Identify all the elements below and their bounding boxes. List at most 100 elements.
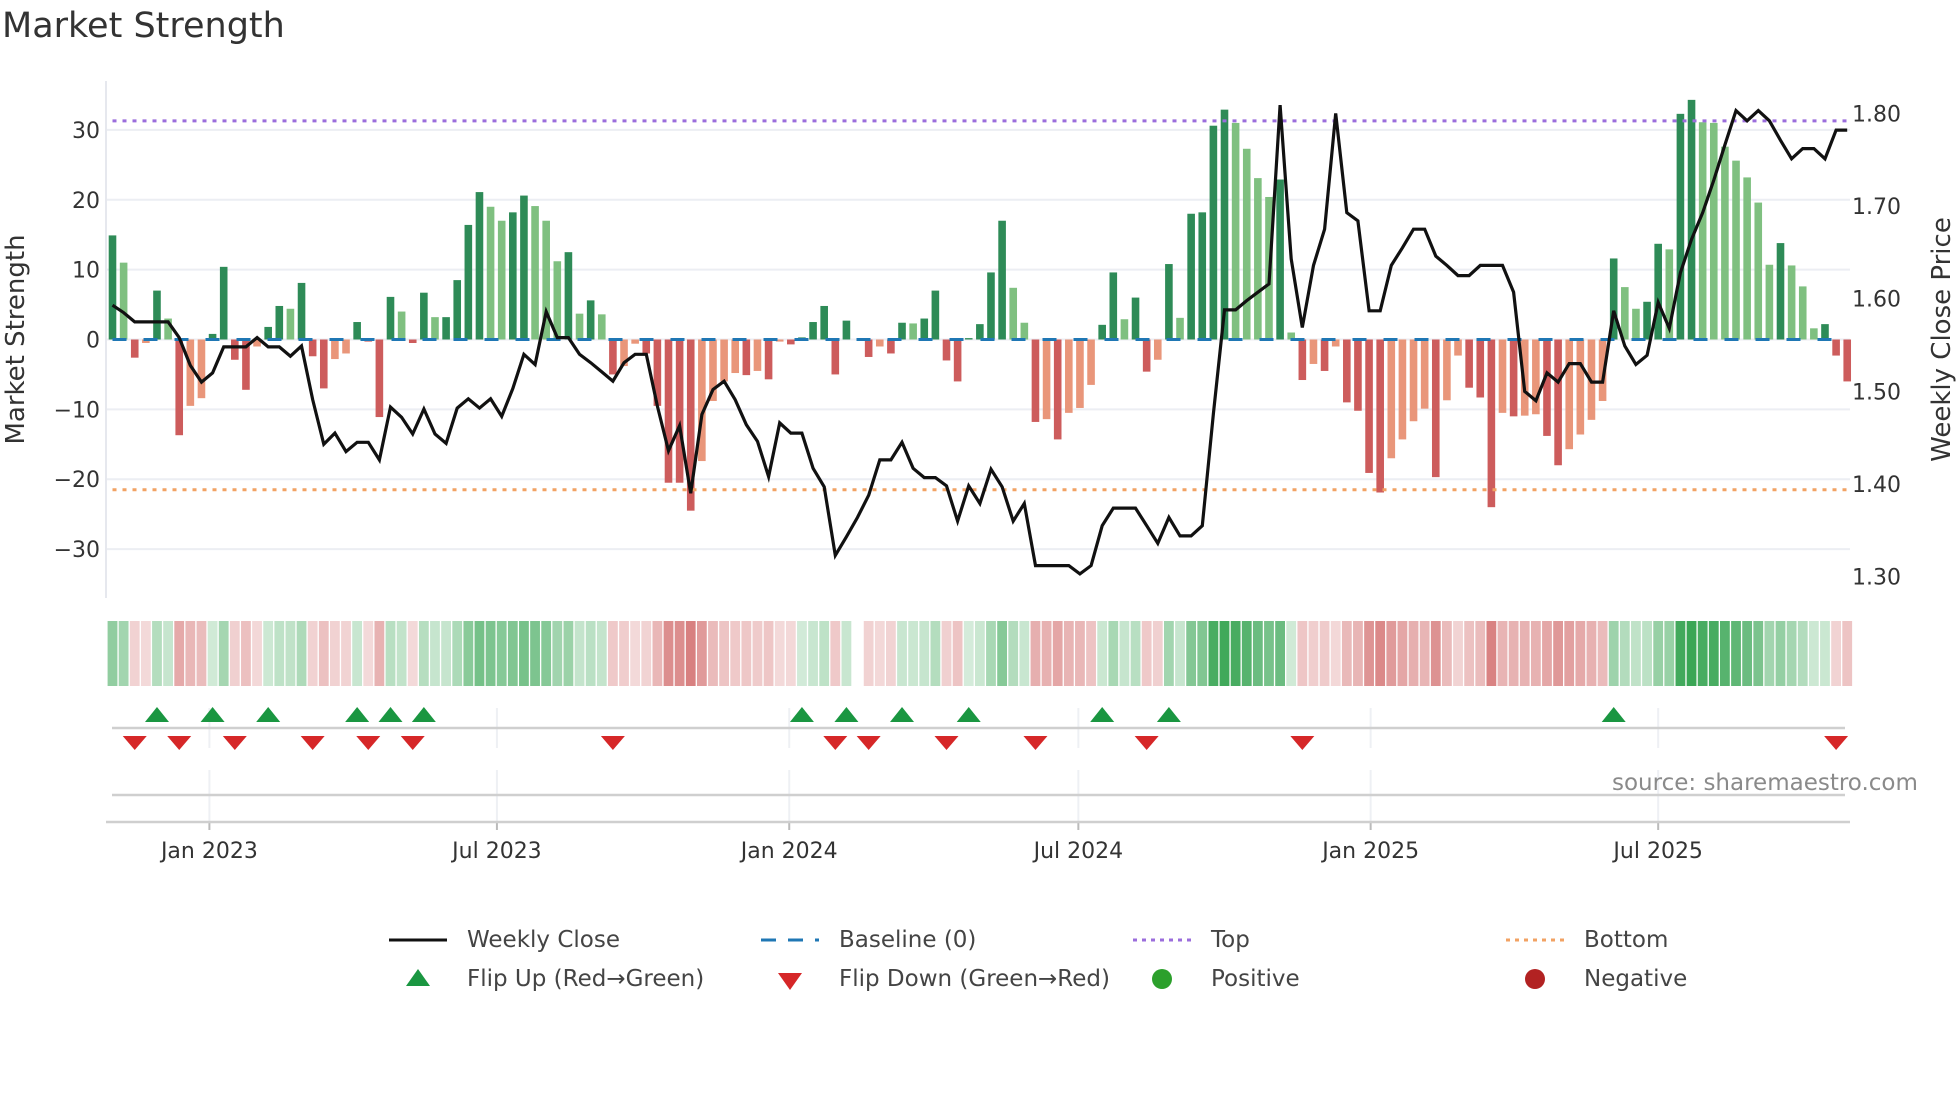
heat-cell bbox=[1130, 621, 1141, 686]
legend-item-top: Top bbox=[1131, 925, 1250, 955]
strength-bar bbox=[1787, 265, 1796, 340]
strength-bar bbox=[809, 322, 817, 340]
heat-cell bbox=[763, 621, 774, 686]
strength-bar bbox=[1387, 339, 1396, 459]
strength-bar bbox=[1532, 339, 1540, 415]
strength-bar bbox=[675, 339, 684, 483]
strength-bar bbox=[342, 339, 350, 354]
heat-cell bbox=[396, 621, 407, 686]
flip-up-marker bbox=[378, 707, 403, 722]
strength-bar bbox=[1543, 339, 1551, 436]
heat-cell bbox=[152, 621, 162, 686]
strength-bar bbox=[1498, 339, 1507, 413]
heat-cell bbox=[608, 621, 618, 686]
strength-bar bbox=[1165, 264, 1173, 340]
legend-label: Weekly Close bbox=[467, 927, 620, 953]
heat-cell bbox=[1442, 621, 1452, 686]
dotted-line-icon bbox=[1506, 938, 1564, 942]
legend-label: Negative bbox=[1584, 966, 1688, 992]
heat-cell bbox=[1052, 621, 1063, 686]
strength-bar bbox=[1176, 317, 1184, 340]
strength-bar bbox=[753, 339, 762, 371]
legend-item-weekly-close: Weekly Close bbox=[387, 925, 620, 955]
heat-cell bbox=[352, 621, 363, 686]
strength-bar bbox=[319, 339, 328, 389]
y-right-axis-title: Weekly Close Price bbox=[1927, 217, 1957, 462]
strength-bar bbox=[1709, 122, 1718, 340]
heat-cell bbox=[1619, 621, 1630, 686]
heat-cell bbox=[908, 621, 919, 686]
strength-bar bbox=[353, 322, 361, 340]
strength-bar bbox=[631, 339, 639, 344]
heat-cell bbox=[285, 621, 296, 686]
heat-cell bbox=[1464, 621, 1475, 686]
strength-bar bbox=[931, 290, 940, 340]
heat-cell bbox=[207, 621, 218, 686]
heat-cell bbox=[863, 621, 874, 686]
strength-bar bbox=[475, 192, 484, 340]
flip-up-marker bbox=[200, 707, 225, 722]
heat-cell bbox=[441, 621, 451, 686]
strength-bar bbox=[609, 339, 617, 375]
heat-cell bbox=[185, 621, 196, 686]
strength-bar bbox=[920, 318, 929, 340]
heat-cell bbox=[1252, 621, 1263, 686]
flip-up-marker bbox=[345, 707, 370, 722]
flip-up-marker bbox=[890, 707, 915, 722]
flip-markers bbox=[112, 707, 1849, 750]
heat-cell bbox=[1264, 621, 1274, 686]
heat-cell bbox=[1697, 621, 1708, 686]
strength-bar bbox=[1020, 322, 1029, 340]
heat-cell bbox=[274, 621, 285, 686]
strength-bar bbox=[1254, 178, 1262, 340]
lower-panel: Jan 2023 Jul 2023 Jan 2024 Jul 2024 Jan 2025… bbox=[106, 770, 1850, 864]
heat-cell bbox=[886, 621, 896, 686]
strength-bar bbox=[231, 339, 239, 360]
heat-cell bbox=[1519, 621, 1530, 686]
heat-cell bbox=[1597, 621, 1608, 686]
legend-item-baseline: Baseline (0) bbox=[759, 925, 976, 955]
source-credit: source: sharemaestro.com bbox=[1612, 770, 1918, 796]
heat-cell bbox=[774, 621, 785, 686]
heat-cell bbox=[563, 621, 574, 686]
heat-cell bbox=[530, 621, 540, 686]
strength-bar bbox=[586, 300, 595, 340]
flip-up-marker bbox=[1156, 707, 1181, 722]
heat-cell bbox=[118, 621, 129, 686]
strength-bar bbox=[1053, 339, 1062, 440]
strength-bar bbox=[1732, 160, 1740, 340]
heat-cell bbox=[1786, 621, 1797, 686]
strength-bar bbox=[842, 320, 851, 340]
strength-bar bbox=[1298, 339, 1307, 381]
heat-cell bbox=[574, 621, 585, 686]
strength-bar bbox=[1487, 339, 1496, 508]
heat-cell bbox=[1553, 621, 1563, 686]
heat-cell bbox=[296, 621, 307, 686]
heat-cell bbox=[1608, 621, 1619, 686]
heat-cell bbox=[463, 621, 474, 686]
strength-bar bbox=[1354, 339, 1362, 411]
heat-cell bbox=[307, 621, 318, 686]
strength-bar bbox=[1120, 319, 1129, 340]
strength-bar bbox=[1376, 339, 1384, 493]
flip-down-marker bbox=[823, 736, 848, 750]
legend-label: Bottom bbox=[1584, 927, 1669, 953]
x-tick-label: Jan 2024 bbox=[739, 839, 838, 864]
strength-bar bbox=[976, 324, 984, 340]
heat-cell bbox=[708, 621, 718, 686]
heat-cell bbox=[919, 621, 930, 686]
strength-bar bbox=[764, 339, 773, 380]
legend-label: Flip Down (Green→Red) bbox=[839, 966, 1110, 992]
strength-bar bbox=[887, 339, 895, 354]
heat-cell bbox=[252, 621, 262, 686]
strength-bar bbox=[1832, 339, 1840, 356]
strength-bar bbox=[497, 220, 506, 340]
heat-cell bbox=[507, 621, 518, 686]
strength-bar bbox=[308, 339, 317, 357]
flip-down-marker bbox=[934, 736, 959, 750]
strength-bar bbox=[520, 195, 528, 340]
heat-cell bbox=[1041, 621, 1052, 686]
flip-up-marker bbox=[411, 707, 436, 722]
flip-down-marker bbox=[356, 736, 381, 750]
strength-bar bbox=[831, 339, 840, 375]
